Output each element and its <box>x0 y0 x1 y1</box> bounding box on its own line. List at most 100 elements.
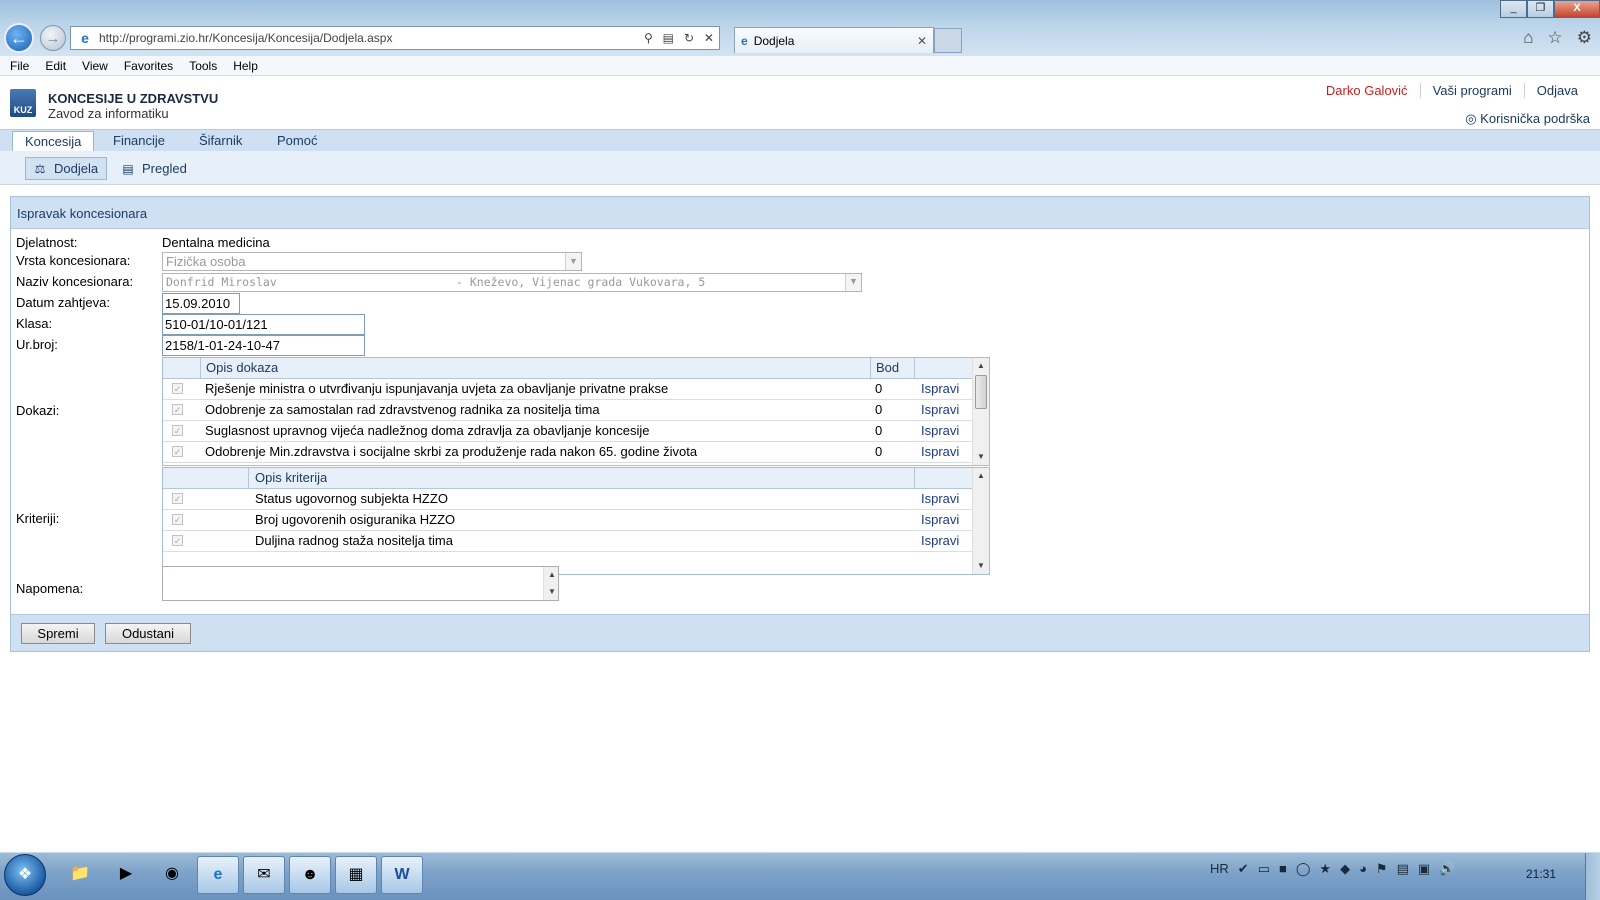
urbroj-input[interactable]: 2158/1-01-24-10-47 <box>162 335 365 356</box>
show-desktop-button[interactable] <box>1585 853 1600 900</box>
checkbox[interactable]: ✓ <box>172 493 183 504</box>
datum-input[interactable]: 15.09.2010 <box>162 293 240 314</box>
language-indicator[interactable]: HR <box>1210 861 1229 877</box>
napomena-textarea[interactable]: ▲ ▼ <box>162 566 559 601</box>
checkbox[interactable]: ✓ <box>172 383 183 394</box>
new-tab-button[interactable] <box>934 28 962 53</box>
ispravi-link[interactable]: Ispravi <box>921 489 959 510</box>
checkbox[interactable]: ✓ <box>172 514 183 525</box>
scroll-down-icon[interactable]: ▼ <box>973 559 989 573</box>
ispravi-link[interactable]: Ispravi <box>921 510 959 531</box>
save-button[interactable]: Spremi <box>21 623 95 644</box>
explorer-taskbar-button[interactable]: 📁 <box>60 856 100 894</box>
table-row: ✓ Odobrenje Min.zdravstva i socijalne sk… <box>163 442 973 463</box>
scroll-thumb[interactable] <box>975 375 987 409</box>
dokaz-opis: Odobrenje za samostalan rad zdravstvenog… <box>205 402 600 417</box>
ispravi-link[interactable]: Ispravi <box>921 379 959 400</box>
napomena-scrollbar[interactable]: ▲ ▼ <box>543 567 558 600</box>
cancel-button[interactable]: Odustani <box>105 623 191 644</box>
menu-favorites[interactable]: Favorites <box>124 59 173 73</box>
app-logo: KUZ <box>10 89 36 117</box>
device-icon[interactable]: ▤ <box>1397 861 1409 877</box>
menu-file[interactable]: File <box>10 59 29 73</box>
opera-icon[interactable]: ◯ <box>1296 861 1311 877</box>
compat-view-icon[interactable]: ▤ <box>663 31 674 45</box>
close-window-button[interactable]: X <box>1554 0 1600 18</box>
your-programs-link[interactable]: Vaši programi <box>1419 83 1524 98</box>
forward-button[interactable]: → <box>40 25 66 51</box>
clock[interactable]: 21:31 <box>1526 867 1556 881</box>
monitor-icon[interactable]: ▣ <box>1418 861 1430 877</box>
arrow-left-icon: ← <box>10 27 28 48</box>
tab-financije[interactable]: Financije <box>113 131 165 152</box>
update-icon[interactable]: ◕ <box>1359 861 1367 877</box>
ispravi-link[interactable]: Ispravi <box>921 531 959 552</box>
shield-icon[interactable]: ◆ <box>1340 861 1350 877</box>
volume-icon[interactable]: 🔊 <box>1439 861 1455 877</box>
media-player-taskbar-button[interactable]: ▶ <box>106 856 146 894</box>
maximize-button[interactable]: ❐ <box>1527 0 1554 18</box>
dokaz-bod: 0 <box>875 423 883 438</box>
kriteriji-scrollbar[interactable]: ▲ ▼ <box>972 468 989 574</box>
subtab-pregled-label: Pregled <box>142 161 187 176</box>
menu-edit[interactable]: Edit <box>45 59 66 73</box>
menu-tools[interactable]: Tools <box>189 59 217 73</box>
tab-pomoc[interactable]: Pomoć <box>277 131 317 152</box>
refresh-icon[interactable]: ↻ <box>684 31 694 45</box>
favorites-star-icon[interactable]: ☆ <box>1548 28 1563 48</box>
ie-taskbar-button[interactable]: e <box>197 856 239 894</box>
ispravi-link[interactable]: Ispravi <box>921 442 959 463</box>
scroll-up-icon[interactable]: ▲ <box>973 359 989 373</box>
home-icon[interactable]: ⌂ <box>1523 28 1533 48</box>
naziv-select[interactable]: Donfrid Miroslav - Kneževo, Vijenac grada… <box>162 273 862 292</box>
tab-koncesija[interactable]: Koncesija <box>12 131 95 152</box>
close-tab-icon[interactable]: ✕ <box>917 34 927 48</box>
scroll-up-icon[interactable]: ▲ <box>973 469 989 483</box>
url-text[interactable]: http://programi.zio.hr/Koncesija/Koncesi… <box>99 31 639 45</box>
logout-link[interactable]: Odjava <box>1523 83 1590 98</box>
scroll-down-icon[interactable]: ▼ <box>544 585 560 599</box>
usb-icon[interactable]: ▭ <box>1258 861 1270 877</box>
browser-tab[interactable]: e Dodjela ✕ <box>734 27 934 53</box>
mail-taskbar-button[interactable]: ✉ <box>243 856 285 894</box>
system-tray: HR ✔ ▭ ■ ◯ ★ ◆ ◕ ⚑ ▤ ▣ 🔊 <box>1210 861 1455 877</box>
scroll-down-icon[interactable]: ▼ <box>973 450 989 464</box>
gear-icon[interactable]: ⚙ <box>1577 28 1592 48</box>
tab-title: Dodjela <box>753 33 795 48</box>
subtab-dodjela[interactable]: ⚖ Dodjela <box>25 157 108 180</box>
search-icon[interactable]: ⚲ <box>644 31 653 45</box>
firefox-taskbar-button[interactable]: ◉ <box>152 856 192 894</box>
save-taskbar-button[interactable]: ▦ <box>335 856 377 894</box>
network-icon[interactable]: ★ <box>1319 861 1331 877</box>
back-button[interactable]: ← <box>4 23 34 53</box>
ispravi-link[interactable]: Ispravi <box>921 400 959 421</box>
checkbox[interactable]: ✓ <box>172 425 183 436</box>
dokazi-header-bod: Bod <box>870 358 914 379</box>
security-icon[interactable]: ✔ <box>1238 861 1249 877</box>
stop-icon[interactable]: ✕ <box>704 31 714 45</box>
word-taskbar-button[interactable]: W <box>381 856 423 894</box>
ispravi-link[interactable]: Ispravi <box>921 421 959 442</box>
subtab-pregled[interactable]: ▤ Pregled <box>114 157 195 180</box>
minimize-button[interactable]: _ <box>1500 0 1527 18</box>
user-name-link[interactable]: Darko Galović <box>1314 83 1420 98</box>
menu-help[interactable]: Help <box>233 59 258 73</box>
checkbox[interactable]: ✓ <box>172 446 183 457</box>
start-button[interactable]: ❖ <box>4 854 46 896</box>
kriterij-opis: Duljina radnog staža nositelja tima <box>255 533 453 548</box>
flag-icon[interactable]: ⚑ <box>1376 861 1388 877</box>
contacts-taskbar-button[interactable]: ☻ <box>289 856 331 894</box>
app-tray-icon[interactable]: ■ <box>1279 861 1287 877</box>
scroll-up-icon[interactable]: ▲ <box>544 568 560 582</box>
checkbox[interactable]: ✓ <box>172 404 183 415</box>
klasa-input[interactable]: 510-01/10-01/121 <box>162 314 365 335</box>
dokazi-scrollbar[interactable]: ▲ ▼ <box>972 358 989 465</box>
support-link[interactable]: ◎ Korisnička podrška <box>1465 111 1590 127</box>
vrsta-select[interactable]: Fizička osoba ▼ <box>162 252 582 271</box>
checkbox[interactable]: ✓ <box>172 535 183 546</box>
address-bar[interactable]: e http://programi.zio.hr/Koncesija/Konce… <box>70 26 720 50</box>
menu-view[interactable]: View <box>82 59 108 73</box>
header-action-cell <box>914 468 973 489</box>
arrow-right-icon: → <box>45 29 61 47</box>
tab-sifarnik[interactable]: Šifarnik <box>199 131 242 152</box>
